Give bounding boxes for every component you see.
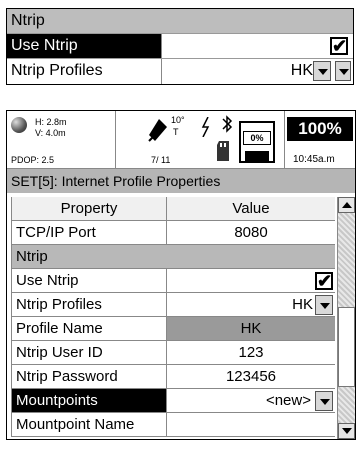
lightning-icon [201,117,210,137]
tcp-port-value[interactable]: 8080 [167,221,335,244]
dropdown-arrow-icon[interactable] [315,391,333,411]
table-row[interactable]: Profile Name HK [11,317,335,341]
ntrip-profiles-dropdown[interactable]: HK [167,293,335,316]
use-ntrip-row[interactable]: Use Ntrip ✔ [7,34,353,59]
profile-name-label: Profile Name [12,317,167,340]
mountpoints-value: <new> [265,392,311,409]
scroll-down-icon[interactable] [335,61,351,81]
scroll-thumb[interactable] [338,307,355,387]
table-row[interactable]: Mountpoints <new> [11,389,335,413]
profile-name-value[interactable]: HK [167,317,335,340]
ntrip-profiles-value: HK [292,296,313,313]
vertical-scrollbar[interactable] [337,197,355,439]
ntrip-password-value[interactable]: 123456 [167,365,335,388]
use-ntrip-checkbox[interactable]: ✔ [330,37,348,55]
ntrip-section-header: Ntrip [11,245,335,269]
page-title: SET[5]: Internet Profile Properties [7,169,355,193]
mountpoint-name-value[interactable] [167,413,335,436]
storage-percent: 0% [243,131,271,145]
pdop-value: PDOP: 2.5 [11,155,55,165]
tcp-port-label: TCP/IP Port [12,221,167,244]
table-row[interactable]: Ntrip User ID 123 [11,341,335,365]
h-precision: H: 2.8m [35,117,67,127]
scroll-up-icon[interactable] [338,197,355,213]
use-ntrip-value[interactable]: ✔ [167,269,335,292]
ntrip-profiles-value: HK [290,62,313,79]
ntrip-profiles-row[interactable]: Ntrip Profiles HK [7,59,353,84]
table-row[interactable]: Mountpoint Name [11,413,335,437]
column-value: Value [232,200,270,217]
v-precision: V: 4.0m [35,128,66,138]
satellite-type: T [173,127,179,137]
gps-status-icon [11,117,27,133]
ntrip-profiles-label: Ntrip Profiles [7,59,162,84]
dropdown-arrow-icon[interactable] [315,295,333,315]
ntrip-profiles-dropdown[interactable]: HK [162,59,353,84]
storage-bar [245,151,269,161]
clock: 10:45a.m [293,154,335,165]
ntrip-user-id-label: Ntrip User ID [12,341,167,364]
device-screen: H: 2.8m V: 4.0m PDOP: 2.5 10° T 7/ 11 0% [6,110,356,440]
battery-percent-badge: 100% [287,117,353,141]
mountpoints-dropdown[interactable]: <new> [167,389,335,412]
ntrip-profiles-label: Ntrip Profiles [12,293,167,316]
use-ntrip-value[interactable]: ✔ [162,34,353,58]
use-ntrip-checkbox[interactable]: ✔ [315,272,333,290]
satellite-degree: 10° [171,115,185,125]
table-row[interactable]: Use Ntrip ✔ [11,269,335,293]
column-property: Property [12,197,167,220]
bluetooth-icon [222,115,233,133]
mountpoints-label: Mountpoints [12,389,167,412]
satellite-icon [148,119,167,142]
table-row[interactable]: Ntrip Profiles HK [11,293,335,317]
satellite-count: 7/ 11 [151,155,171,165]
ntrip-user-id-value[interactable]: 123 [167,341,335,364]
dropdown-arrow-icon[interactable] [313,61,331,81]
scroll-down-icon[interactable] [338,423,355,439]
divider [115,111,116,169]
sd-card-icon [217,141,229,161]
properties-table: Property Value TCP/IP Port 8080 Ntrip Us… [11,197,335,437]
status-bar: H: 2.8m V: 4.0m PDOP: 2.5 10° T 7/ 11 0% [7,111,355,169]
use-ntrip-label: Use Ntrip [12,269,167,292]
ntrip-section-header: Ntrip [7,9,353,34]
storage-icon: 0% [239,121,275,163]
ntrip-password-label: Ntrip Password [12,365,167,388]
table-row[interactable]: Ntrip Password 123456 [11,365,335,389]
ntrip-snippet-panel: Ntrip Use Ntrip ✔ Ntrip Profiles HK [6,8,354,85]
divider [284,111,285,169]
table-header: Property Value [11,197,335,221]
use-ntrip-label: Use Ntrip [7,34,162,58]
mountpoint-name-label: Mountpoint Name [12,413,167,436]
table-row[interactable]: TCP/IP Port 8080 [11,221,335,245]
